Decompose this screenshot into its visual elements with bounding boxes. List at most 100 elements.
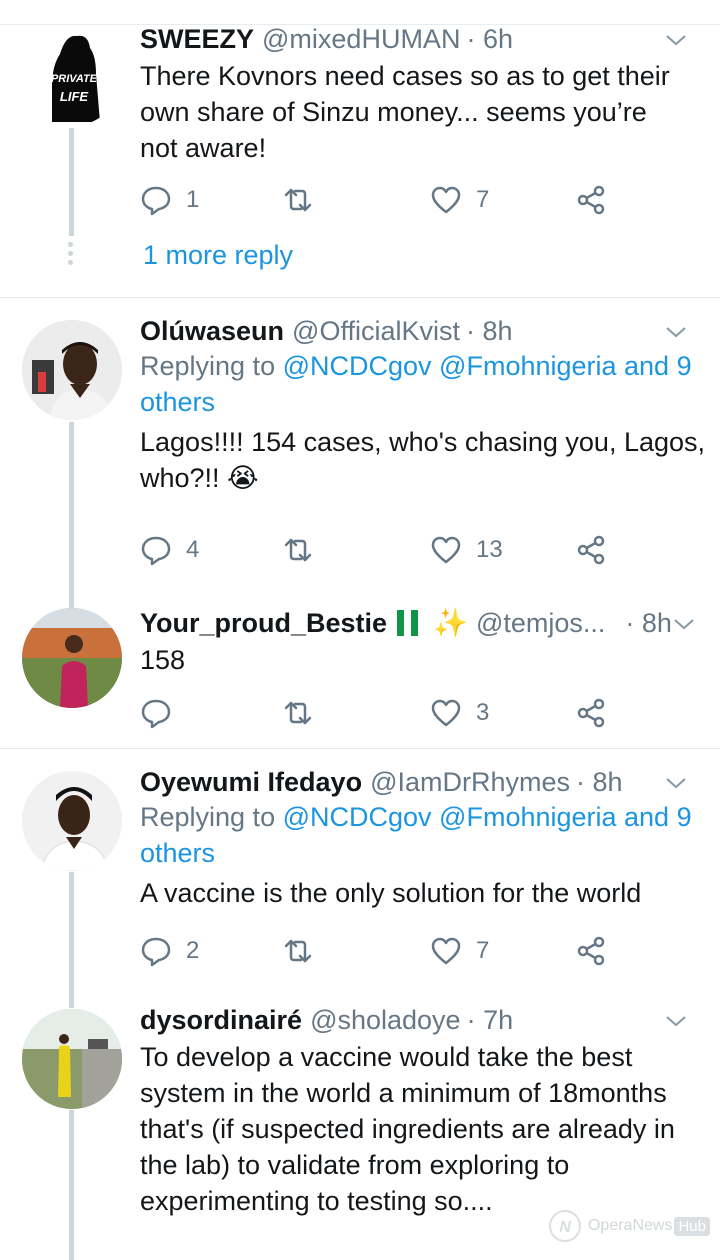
user-avatar-icon bbox=[22, 608, 122, 708]
tweet-text: 158 bbox=[140, 645, 186, 675]
timestamp[interactable]: · 8h bbox=[466, 314, 513, 348]
replying-to: Replying to @NCDCgov @Fmohnigeria and 9 … bbox=[140, 348, 712, 420]
operanews-logo-icon: N bbox=[548, 1210, 581, 1242]
display-name[interactable]: Olúwaseun bbox=[140, 314, 284, 348]
reply-icon bbox=[141, 937, 171, 967]
handle[interactable]: @OfficialKvist bbox=[292, 314, 460, 348]
reply-icon bbox=[141, 536, 171, 566]
user-avatar-icon bbox=[22, 771, 122, 871]
watermark-hub: Hub bbox=[674, 1216, 710, 1236]
tweet-header: Olúwaseun @OfficialKvist · 8h bbox=[140, 314, 712, 348]
avatar[interactable] bbox=[22, 771, 122, 871]
avatar[interactable] bbox=[22, 1009, 122, 1109]
chevron-down-icon[interactable] bbox=[664, 28, 688, 52]
replying-to: Replying to @NCDCgov @Fmohnigeria and 9 … bbox=[140, 799, 712, 871]
user-avatar-icon bbox=[22, 320, 122, 420]
avatar[interactable] bbox=[22, 320, 122, 420]
nigeria-flag-icon bbox=[397, 610, 419, 636]
reply-button[interactable]: 1 bbox=[140, 182, 199, 218]
reply-count: 2 bbox=[186, 937, 200, 964]
thread-line bbox=[69, 872, 74, 1008]
timestamp[interactable]: · 6h bbox=[466, 22, 513, 56]
like-count: 7 bbox=[476, 186, 490, 213]
tweet-actions: 2 7 bbox=[140, 933, 620, 969]
tweet-header: Your_proud_Bestie ✨ @temjos... · 8h bbox=[140, 606, 712, 640]
heart-icon bbox=[431, 186, 461, 214]
like-button[interactable]: 3 bbox=[430, 695, 489, 731]
retweet-icon bbox=[284, 188, 312, 212]
tweet-header: SWEEZY @mixedHUMAN · 6h bbox=[140, 22, 712, 56]
divider bbox=[0, 297, 720, 298]
divider bbox=[0, 748, 720, 749]
tweet-text: Lagos!!!! 154 cases, who's chasing you, … bbox=[140, 427, 706, 493]
share-button[interactable] bbox=[575, 182, 607, 218]
like-count: 13 bbox=[476, 536, 503, 563]
chevron-down-icon[interactable] bbox=[664, 1009, 688, 1033]
heart-icon bbox=[431, 699, 461, 727]
display-name[interactable]: SWEEZY bbox=[140, 22, 254, 56]
tweet-actions: 4 13 bbox=[140, 532, 620, 568]
chevron-down-icon[interactable] bbox=[672, 612, 696, 636]
handle[interactable]: @temjos... bbox=[476, 606, 605, 640]
avatar[interactable]: PRIVATE LIFE bbox=[22, 26, 122, 126]
heart-icon bbox=[431, 937, 461, 965]
handle[interactable]: @sholadoye bbox=[310, 1003, 461, 1037]
watermark-text: OperaNews bbox=[587, 1217, 673, 1234]
retweet-button[interactable] bbox=[282, 695, 328, 731]
tweet-header: Oyewumi Ifedayo @IamDrRhymes · 8h bbox=[140, 765, 712, 799]
share-icon bbox=[577, 936, 605, 966]
share-button[interactable] bbox=[575, 695, 607, 731]
thread-line bbox=[69, 128, 74, 236]
retweet-icon bbox=[284, 701, 312, 725]
like-count: 7 bbox=[476, 937, 490, 964]
tweet-actions: 1 7 bbox=[140, 182, 620, 218]
share-button[interactable] bbox=[575, 532, 607, 568]
retweet-icon bbox=[284, 939, 312, 963]
private-life-avatar-icon: PRIVATE LIFE bbox=[51, 35, 100, 122]
heart-icon bbox=[431, 536, 461, 564]
timestamp[interactable]: · 7h bbox=[467, 1003, 514, 1037]
tweet-header: dysordinairé @sholadoye · 7h bbox=[140, 1003, 712, 1037]
handle[interactable]: @IamDrRhymes bbox=[370, 765, 570, 799]
more-replies-link[interactable]: 1 more reply bbox=[143, 240, 293, 271]
share-icon bbox=[577, 698, 605, 728]
handle[interactable]: @mixedHUMAN bbox=[262, 22, 460, 56]
like-count: 3 bbox=[476, 699, 490, 726]
tweet-actions: 3 bbox=[140, 695, 620, 731]
reply-icon bbox=[141, 699, 171, 729]
svg-text:N: N bbox=[559, 1219, 571, 1236]
operanews-watermark: N OperaNews Hub bbox=[546, 1206, 710, 1246]
sparkles-icon: ✨ bbox=[433, 607, 468, 638]
retweet-button[interactable] bbox=[282, 933, 328, 969]
avatar-text-2: LIFE bbox=[60, 89, 88, 104]
retweet-button[interactable] bbox=[282, 532, 328, 568]
share-icon bbox=[577, 185, 605, 215]
share-icon bbox=[577, 535, 605, 565]
tweet-text: To develop a vaccine would take the best… bbox=[140, 1042, 675, 1216]
share-button[interactable] bbox=[575, 933, 607, 969]
replying-to-label: Replying to bbox=[140, 802, 276, 832]
display-name[interactable]: Oyewumi Ifedayo bbox=[140, 765, 362, 799]
replying-to-label: Replying to bbox=[140, 351, 276, 381]
reply-icon bbox=[141, 186, 171, 216]
like-button[interactable]: 7 bbox=[430, 182, 489, 218]
retweet-button[interactable] bbox=[282, 182, 328, 218]
avatar-text-1: PRIVATE bbox=[51, 73, 98, 85]
thread-dots bbox=[68, 242, 74, 268]
like-button[interactable]: 13 bbox=[430, 532, 503, 568]
timestamp[interactable]: · 8h bbox=[576, 765, 623, 799]
display-name[interactable]: Your_proud_Bestie bbox=[140, 606, 387, 640]
chevron-down-icon[interactable] bbox=[664, 771, 688, 795]
tweet-text: A vaccine is the only solution for the w… bbox=[140, 878, 642, 908]
thread-line bbox=[69, 1110, 74, 1260]
reply-button[interactable]: 2 bbox=[140, 933, 199, 969]
reply-button[interactable]: 4 bbox=[140, 532, 199, 568]
retweet-icon bbox=[284, 538, 312, 562]
chevron-down-icon[interactable] bbox=[664, 320, 688, 344]
tweet-text: There Kovnors need cases so as to get th… bbox=[140, 61, 670, 163]
timestamp[interactable]: · 8h bbox=[625, 606, 672, 640]
avatar[interactable] bbox=[22, 608, 122, 708]
display-name[interactable]: dysordinairé bbox=[140, 1003, 302, 1037]
like-button[interactable]: 7 bbox=[430, 933, 489, 969]
reply-button[interactable] bbox=[140, 695, 186, 731]
